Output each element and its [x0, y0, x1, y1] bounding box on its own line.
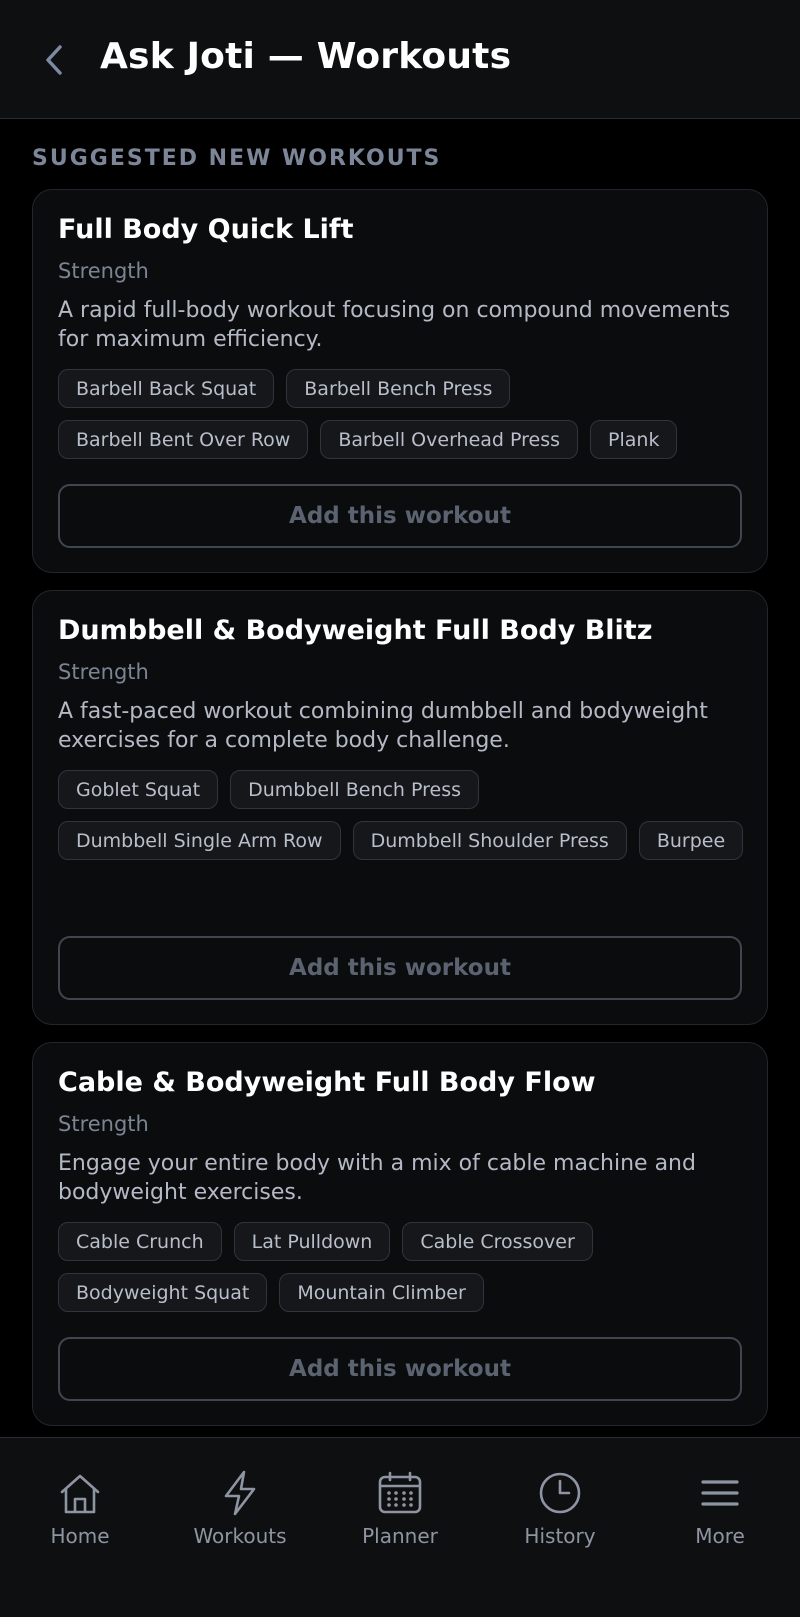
workout-description: A fast-paced workout combining dumbbell …: [58, 699, 708, 753]
exercise-chip: Dumbbell Bench Press: [230, 770, 480, 809]
back-button[interactable]: [36, 40, 72, 80]
menu-icon: [701, 1480, 739, 1506]
workout-card: Full Body Quick Lift Strength A rapid fu…: [32, 189, 768, 573]
workout-description: A rapid full-body workout focusing on co…: [58, 298, 731, 352]
exercise-chip: Barbell Bench Press: [286, 369, 511, 408]
exercise-chip: Cable Crossover: [402, 1222, 593, 1261]
tab-more[interactable]: More: [640, 1468, 800, 1558]
workout-type: Strength: [58, 1112, 149, 1136]
tab-label: Workouts: [193, 1524, 287, 1548]
exercise-chip: Goblet Squat: [58, 770, 219, 809]
exercise-chip: Bodyweight Squat: [58, 1273, 268, 1312]
exercise-chip-list: Barbell Back Squat Barbell Bench Press B…: [58, 369, 748, 459]
tab-planner[interactable]: Planner: [320, 1468, 480, 1558]
workout-card: Dumbbell & Bodyweight Full Body Blitz St…: [32, 590, 768, 1025]
exercise-chip: Dumbbell Shoulder Press: [352, 821, 627, 860]
exercise-chip: Barbell Bent Over Row: [58, 420, 309, 459]
lightning-icon: [224, 1470, 256, 1516]
exercise-chip: Lat Pulldown: [233, 1222, 391, 1261]
workout-title: Dumbbell & Bodyweight Full Body Blitz: [58, 615, 653, 646]
workout-type: Strength: [58, 259, 149, 283]
exercise-chip: Mountain Climber: [279, 1273, 484, 1312]
tab-history[interactable]: History: [480, 1468, 640, 1558]
app-header: Ask Joti — Workouts: [0, 0, 800, 119]
add-workout-button[interactable]: Add this workout: [58, 484, 742, 548]
exercise-chip: Dumbbell Single Arm Row: [58, 821, 341, 860]
add-workout-button[interactable]: Add this workout: [58, 1337, 742, 1401]
bottom-tab-bar: Home Workouts Planner History More: [0, 1437, 800, 1617]
exercise-chip-list: Goblet Squat Dumbbell Bench Press Dumbbe…: [58, 770, 748, 860]
workout-title: Full Body Quick Lift: [58, 214, 354, 245]
exercise-chip: Barbell Overhead Press: [320, 420, 579, 459]
workout-card: Cable & Bodyweight Full Body Flow Streng…: [32, 1042, 768, 1426]
section-heading: SUGGESTED NEW WORKOUTS: [32, 146, 442, 171]
exercise-chip: Burpee: [638, 821, 744, 860]
add-workout-button[interactable]: Add this workout: [58, 936, 742, 1000]
exercise-chip: Barbell Back Squat: [58, 369, 275, 408]
home-icon: [60, 1474, 100, 1514]
chevron-left-icon: [46, 45, 62, 75]
tab-label: History: [524, 1524, 596, 1548]
page-title: Ask Joti — Workouts: [100, 36, 512, 77]
workout-title: Cable & Bodyweight Full Body Flow: [58, 1067, 596, 1098]
tab-label: Planner: [362, 1524, 438, 1548]
tab-label: Home: [50, 1524, 110, 1548]
clock-icon: [539, 1472, 581, 1514]
exercise-chip: Plank: [590, 420, 678, 459]
tab-workouts[interactable]: Workouts: [160, 1468, 320, 1558]
workout-type: Strength: [58, 660, 149, 684]
tab-label: More: [695, 1524, 745, 1548]
calendar-icon: [378, 1471, 422, 1514]
workout-description: Engage your entire body with a mix of ca…: [58, 1151, 696, 1205]
exercise-chip: Cable Crunch: [58, 1222, 222, 1261]
exercise-chip-list: Cable Crunch Lat Pulldown Cable Crossove…: [58, 1222, 748, 1312]
tab-home[interactable]: Home: [0, 1468, 160, 1558]
